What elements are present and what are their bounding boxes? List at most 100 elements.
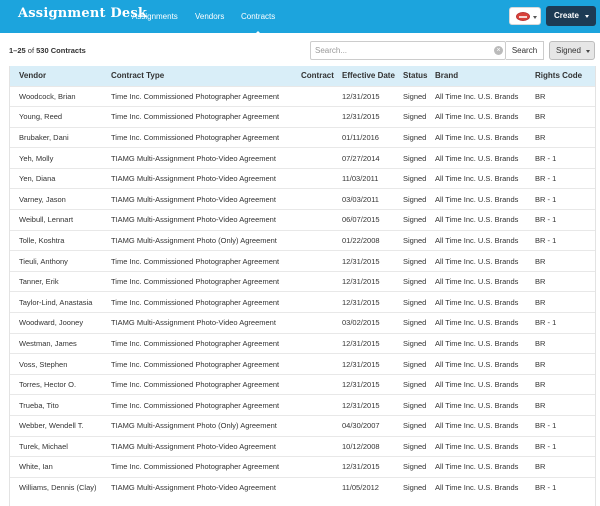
cell-brand: All Time Inc. U.S. Brands <box>435 277 519 287</box>
table-row[interactable]: Williams, Dennis (Clay) TIAMG Multi-Assig… <box>10 477 595 498</box>
cell-status: Signed <box>403 91 427 101</box>
cell-vendor[interactable]: Woodward, Jooney <box>10 313 104 334</box>
cell-contract <box>292 374 334 395</box>
table-row[interactable]: White, Ian Time Inc. Commissioned Photogr… <box>10 456 595 478</box>
table-row[interactable]: Turek, Michael TIAMG Multi-Assignment Pho… <box>10 436 595 457</box>
table-row[interactable]: Varney, Jason TIAMG Multi-Assignment Phot… <box>10 188 595 210</box>
cell-contract-type: Time Inc. Commissioned Photographer Agre… <box>111 277 280 287</box>
table-row[interactable]: Woodward, Jooney TIAMG Multi-Assignment P… <box>10 312 595 334</box>
col-header-contract[interactable]: Contract <box>292 66 334 86</box>
table-row[interactable]: Woodcock, Brian Time Inc. Commissioned Ph… <box>10 86 595 107</box>
table-row[interactable]: Trueba, Tito Time Inc. Commissioned Photo… <box>10 394 595 416</box>
cell-effective-date: 03/03/2011 <box>342 194 379 204</box>
cell-vendor[interactable]: Tanner, Erik <box>10 271 104 292</box>
cell-rights-code: BR - 1 <box>535 194 557 204</box>
cell-vendor[interactable]: Webber, Wendell T. <box>10 416 104 437</box>
table-row[interactable]: Weibull, Lennart TIAMG Multi-Assignment P… <box>10 209 595 231</box>
top-navbar: Assignment Desk Assignments Vendors Cont… <box>0 0 600 36</box>
cell-status: Signed <box>403 215 427 225</box>
cell-brand: All Time Inc. U.S. Brands <box>435 91 519 101</box>
cell-rights-code: BR <box>535 256 546 266</box>
col-header-contract-type[interactable]: Contract Type <box>104 66 292 86</box>
cell-vendor[interactable]: Young, Reed <box>10 107 104 128</box>
cell-status: Signed <box>403 256 427 266</box>
search-button[interactable]: Search <box>506 41 544 60</box>
table-header-row: Vendor Contract Type Contract Effective … <box>10 66 595 86</box>
cell-vendor[interactable]: Weibull, Lennart <box>10 210 104 231</box>
cell-vendor[interactable]: Williams, Dennis (Clay) <box>10 477 104 498</box>
col-header-vendor[interactable]: Vendor <box>10 66 104 86</box>
nav-contracts[interactable]: Contracts <box>241 12 275 36</box>
nav-vendors[interactable]: Vendors <box>195 12 224 21</box>
table-row[interactable]: Webber, Wendell T. TIAMG Multi-Assignment… <box>10 415 595 437</box>
col-header-status[interactable]: Status <box>395 66 429 86</box>
table-row[interactable]: Tanner, Erik Time Inc. Commissioned Photo… <box>10 271 595 292</box>
cell-brand: All Time Inc. U.S. Brands <box>435 380 519 390</box>
cell-effective-date: 12/31/2015 <box>342 380 380 390</box>
result-count: 1–25 of 530 Contracts <box>9 46 86 55</box>
cell-vendor[interactable]: Torres, Hector O. <box>10 374 104 395</box>
cell-status: Signed <box>403 421 427 431</box>
cell-vendor[interactable]: Brubaker, Dani <box>10 127 104 148</box>
cell-rights-code: BR <box>535 112 546 122</box>
cell-vendor[interactable]: Yeh, Molly <box>10 148 104 169</box>
nav-assignments[interactable]: Assignments <box>132 12 178 21</box>
cell-contract <box>292 436 334 457</box>
cell-contract-type: TIAMG Multi-Assignment Photo-Video Agree… <box>111 194 276 204</box>
table-row[interactable]: Brubaker, Dani Time Inc. Commissioned Pho… <box>10 127 595 148</box>
cell-contract <box>292 457 334 478</box>
table-row[interactable]: Tolle, Koshtra TIAMG Multi-Assignment Pho… <box>10 230 595 251</box>
app-brand[interactable]: Assignment Desk <box>18 6 147 21</box>
account-menu-button[interactable] <box>509 7 541 25</box>
col-header-brand[interactable]: Brand <box>429 66 527 86</box>
cell-contract <box>292 477 334 498</box>
clear-search-icon[interactable]: × <box>494 46 503 55</box>
cell-rights-code: BR <box>535 91 546 101</box>
cell-vendor[interactable]: Trueba, Tito <box>10 395 104 416</box>
cell-vendor[interactable]: Turek, Michael <box>10 436 104 457</box>
cell-contract <box>292 86 334 107</box>
table-row[interactable]: Westman, James Time Inc. Commissioned Pho… <box>10 333 595 354</box>
status-filter-value: Signed <box>556 46 581 55</box>
cell-vendor[interactable]: Westman, James <box>10 333 104 354</box>
table-row[interactable]: Yeh, Molly TIAMG Multi-Assignment Photo-V… <box>10 147 595 169</box>
brand-logo-icon <box>516 12 530 21</box>
cell-vendor[interactable]: Yen, Diana <box>10 168 104 189</box>
cell-status: Signed <box>403 338 427 348</box>
count-total: 530 Contracts <box>36 46 86 55</box>
cell-vendor[interactable]: Taylor-Lind, Anastasia <box>10 292 104 313</box>
cell-vendor[interactable]: Tieuli, Anthony <box>10 251 104 272</box>
cell-rights-code: BR - 1 <box>535 483 557 493</box>
cell-effective-date: 12/31/2015 <box>342 359 380 369</box>
table-row[interactable]: Taylor-Lind, Anastasia Time Inc. Commissi… <box>10 291 595 313</box>
cell-contract <box>292 168 334 189</box>
col-header-effective-date[interactable]: Effective Date <box>334 66 395 86</box>
col-header-rights-code[interactable]: Rights Code <box>527 66 595 86</box>
cell-rights-code: BR <box>535 400 546 410</box>
cell-contract-type: TIAMG Multi-Assignment Photo-Video Agree… <box>111 153 276 163</box>
table-row[interactable]: Voss, Stephen Time Inc. Commissioned Phot… <box>10 353 595 375</box>
cell-contract-type: Time Inc. Commissioned Photographer Agre… <box>111 359 280 369</box>
cell-effective-date: 12/31/2015 <box>342 297 380 307</box>
cell-vendor[interactable]: Tolle, Koshtra <box>10 230 104 251</box>
cell-vendor[interactable]: Voss, Stephen <box>10 354 104 375</box>
search-input[interactable] <box>311 42 491 59</box>
chevron-down-icon <box>585 15 589 18</box>
table-row[interactable]: Yen, Diana TIAMG Multi-Assignment Photo-V… <box>10 168 595 189</box>
cell-brand: All Time Inc. U.S. Brands <box>435 318 519 328</box>
cell-contract <box>292 354 334 375</box>
table-row[interactable]: Young, Reed Time Inc. Commissioned Photog… <box>10 106 595 128</box>
cell-contract-type: Time Inc. Commissioned Photographer Agre… <box>111 338 280 348</box>
table-row[interactable]: Torres, Hector O. Time Inc. Commissioned … <box>10 374 595 395</box>
status-filter-dropdown[interactable]: Signed <box>549 41 595 60</box>
table-row[interactable]: Tieuli, Anthony Time Inc. Commissioned Ph… <box>10 250 595 272</box>
cell-vendor[interactable]: Varney, Jason <box>10 189 104 210</box>
cell-brand: All Time Inc. U.S. Brands <box>435 359 519 369</box>
create-button[interactable]: Create <box>546 6 596 26</box>
cell-contract-type: Time Inc. Commissioned Photographer Agre… <box>111 132 280 142</box>
cell-vendor[interactable]: White, Ian <box>10 457 104 478</box>
cell-status: Signed <box>403 359 427 369</box>
cell-effective-date: 11/05/2012 <box>342 483 379 493</box>
cell-brand: All Time Inc. U.S. Brands <box>435 256 519 266</box>
cell-vendor[interactable]: Woodcock, Brian <box>10 86 104 107</box>
